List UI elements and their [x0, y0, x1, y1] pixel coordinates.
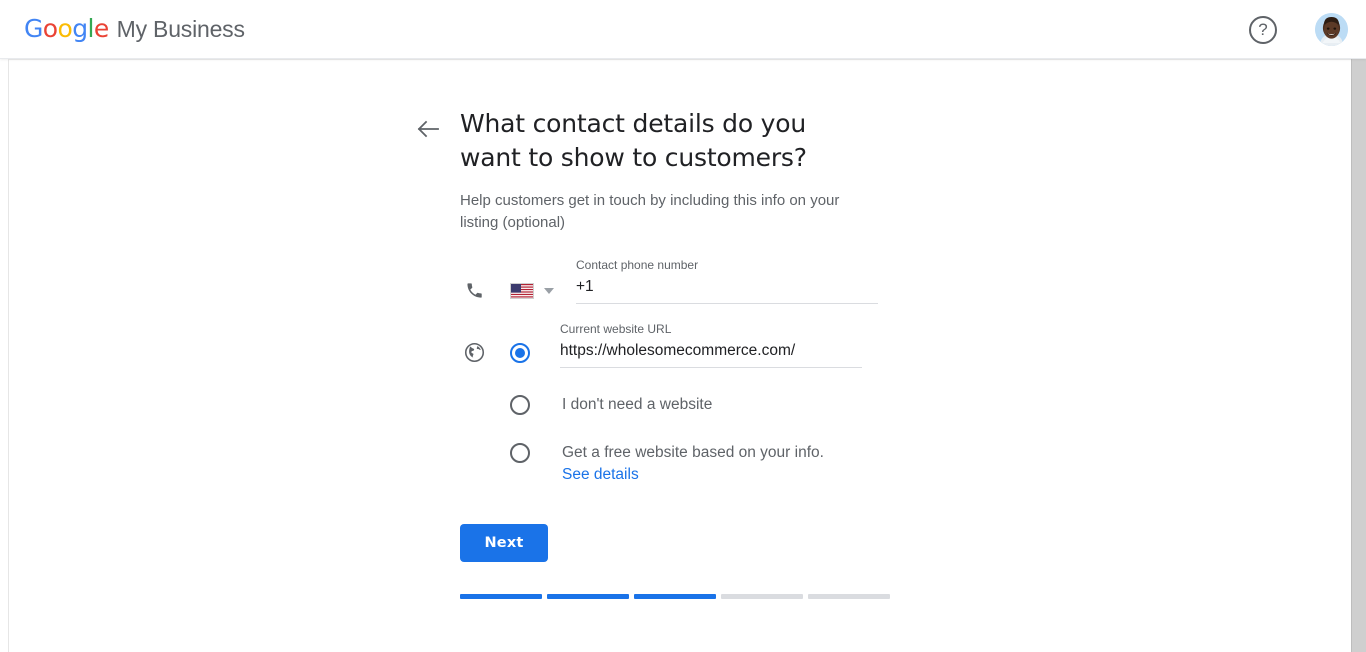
website-input-label: Current website URL [560, 322, 672, 336]
globe-glyph [464, 342, 484, 363]
back-arrow-icon[interactable] [412, 113, 444, 145]
globe-icon [460, 342, 488, 368]
radio-no-website[interactable] [510, 395, 530, 415]
header-actions: ? [1249, 0, 1348, 59]
phone-input-label: Contact phone number [576, 258, 699, 272]
avatar-image [1315, 13, 1348, 46]
option-no-website[interactable]: I don't need a website [510, 394, 932, 416]
page-subtitle: Help customers get in touch by including… [460, 192, 840, 231]
website-field-row: Current website URL [460, 322, 932, 368]
option-free-website[interactable]: Get a free website based on your info. S… [510, 442, 932, 486]
option-no-website-label: I don't need a website [562, 396, 713, 413]
radio-current-url[interactable] [510, 343, 530, 363]
progress-segment-3 [634, 594, 716, 599]
country-code-select[interactable] [510, 283, 554, 304]
phone-field-row: Contact phone number [460, 256, 932, 304]
onboarding-step: What contact details do you want to show… [412, 107, 932, 599]
title-row: What contact details do you want to show… [412, 107, 932, 234]
website-input-wrap: Current website URL [560, 322, 862, 368]
phone-input[interactable] [576, 278, 878, 304]
option-free-website-label: Get a free website based on your info. [562, 444, 824, 461]
phone-glyph [466, 283, 482, 298]
user-avatar[interactable] [1315, 13, 1348, 46]
progress-segment-2 [547, 594, 629, 599]
next-button[interactable]: Next [460, 524, 548, 562]
page-title: What contact details do you want to show… [460, 109, 807, 172]
arrow-left-glyph [417, 120, 439, 138]
option-free-website-block: Get a free website based on your info. S… [562, 442, 824, 486]
title-block: What contact details do you want to show… [460, 107, 872, 234]
help-glyph: ? [1258, 20, 1268, 39]
radio-free-website[interactable] [510, 443, 530, 463]
vertical-scrollbar[interactable] [1351, 59, 1366, 652]
see-details-link[interactable]: See details [562, 464, 824, 486]
app-header: Google My Business ? [0, 0, 1366, 59]
google-wordmark: Google [24, 14, 109, 43]
progress-stepper [460, 594, 932, 599]
us-flag-glyph [511, 284, 533, 298]
progress-segment-5 [808, 594, 890, 599]
phone-icon [460, 281, 488, 304]
brand-logo[interactable]: Google My Business [24, 14, 245, 43]
phone-input-wrap: Contact phone number [576, 258, 878, 304]
page-root: Google My Business ? What contact detail… [0, 0, 1366, 652]
product-name: My Business [116, 16, 245, 42]
help-circle-icon[interactable]: ? [1249, 15, 1277, 44]
progress-segment-1 [460, 594, 542, 599]
us-flag-icon [510, 283, 534, 299]
chevron-down-icon [544, 288, 554, 294]
contact-details-form: Contact phone number Current website URL [460, 256, 932, 599]
website-url-input[interactable] [560, 342, 862, 368]
progress-segment-4 [721, 594, 803, 599]
